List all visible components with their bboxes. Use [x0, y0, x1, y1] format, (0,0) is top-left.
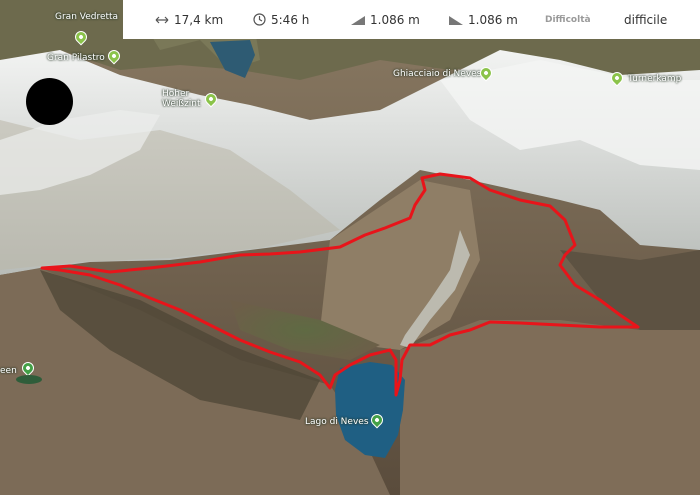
ascent-value: 1.086 m [370, 12, 420, 27]
clock-icon [253, 13, 266, 26]
stat-descent: 1.086 m [449, 0, 518, 39]
small-lake [16, 375, 42, 384]
descent-value: 1.086 m [468, 12, 518, 27]
right-slope [400, 320, 700, 495]
stat-difficulty: Difficoltà [545, 0, 591, 39]
poi-label-een[interactable]: een [0, 366, 17, 376]
horizontal-arrows-icon [155, 16, 169, 23]
poi-label-ghiacciaio-di-neves[interactable]: Ghiacciaio di Neves [393, 69, 481, 79]
poi-label-lago-di-neves[interactable]: Lago di Neves [305, 417, 369, 427]
poi-label-turnerkamp[interactable]: Turnerkamp [628, 74, 681, 84]
stat-difficulty-value: difficile [624, 0, 667, 39]
difficulty-value: difficile [624, 12, 668, 27]
stat-ascent: 1.086 m [351, 0, 420, 39]
duration-value: 5:46 h [271, 12, 310, 27]
poi-label-hoher-weisszint[interactable]: Hoher Weißzint [162, 89, 202, 109]
distance-value: 17,4 km [174, 12, 224, 27]
stat-duration: 5:46 h [253, 0, 309, 39]
descent-icon [449, 15, 463, 25]
poi-label-gran-pilastro[interactable]: Gran Pilastro [47, 53, 105, 63]
poi-label-gran-vedretta[interactable]: Gran Vedretta [55, 12, 118, 22]
black-circle-marker [26, 78, 73, 125]
ascent-icon [351, 15, 365, 25]
difficulty-label: Difficoltà [545, 14, 591, 25]
stat-distance: 17,4 km [155, 0, 223, 39]
tour-stats-bar: 17,4 km 5:46 h 1.086 m 1.086 m Difficolt… [123, 0, 700, 39]
